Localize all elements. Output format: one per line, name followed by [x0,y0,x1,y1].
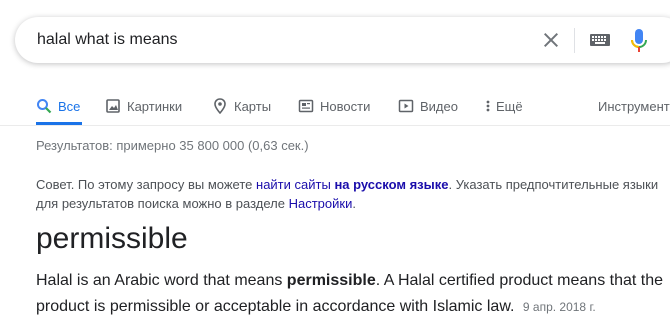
snippet-date: 9 апр. 2018 г. [522,300,596,314]
snippet-text-start: Halal is an Arabic word that means [36,272,287,289]
search-divider [574,28,575,53]
map-pin-icon [212,98,228,115]
search-box[interactable]: halal what is means [15,17,670,63]
russian-language-link[interactable]: на русском языке [334,177,448,192]
find-sites-link[interactable]: найти сайты [256,177,331,192]
more-vert-icon [484,98,492,114]
tab-images[interactable]: Картинки [105,92,182,120]
tab-label: Видео [420,98,458,114]
close-icon[interactable] [539,28,563,52]
tab-label: Карты [234,98,272,114]
tab-label: Новости [320,98,371,114]
microphone-icon[interactable] [629,28,649,54]
tab-all[interactable]: Все [36,92,80,120]
tab-maps[interactable]: Карты [212,92,271,120]
tab-label: Картинки [127,98,183,114]
tab-news[interactable]: Новости [298,92,370,120]
search-input[interactable]: halal what is means [37,31,178,49]
snippet-text-bold: permissible [286,272,376,289]
tab-tools[interactable]: Инструменты [598,92,670,120]
search-tabs: Все Картинки Карты Новости Видео Ещё Инс… [0,86,670,126]
tip-suffix: . [352,196,356,211]
featured-snippet-text: Halal is an Arabic word that means permi… [36,268,670,320]
settings-link[interactable]: Настройки [289,196,353,211]
tab-more[interactable]: Ещё [484,92,523,120]
language-tip: Совет. По этому запросу вы можете найти … [36,175,670,213]
tab-label: Инструменты [598,98,670,114]
tab-label: Все [58,98,81,114]
search-icon [36,98,52,114]
image-icon [105,98,121,114]
result-stats: Результатов: примерно 35 800 000 (0,63 с… [36,138,309,153]
tip-prefix: Совет. По этому запросу вы можете [36,177,257,192]
tab-label: Ещё [496,98,523,114]
tab-video[interactable]: Видео [398,92,458,120]
featured-answer-title: permissible [36,222,188,255]
video-icon [398,98,414,114]
tabs-divider [0,125,670,126]
keyboard-icon[interactable] [589,32,611,48]
news-icon [298,98,314,114]
